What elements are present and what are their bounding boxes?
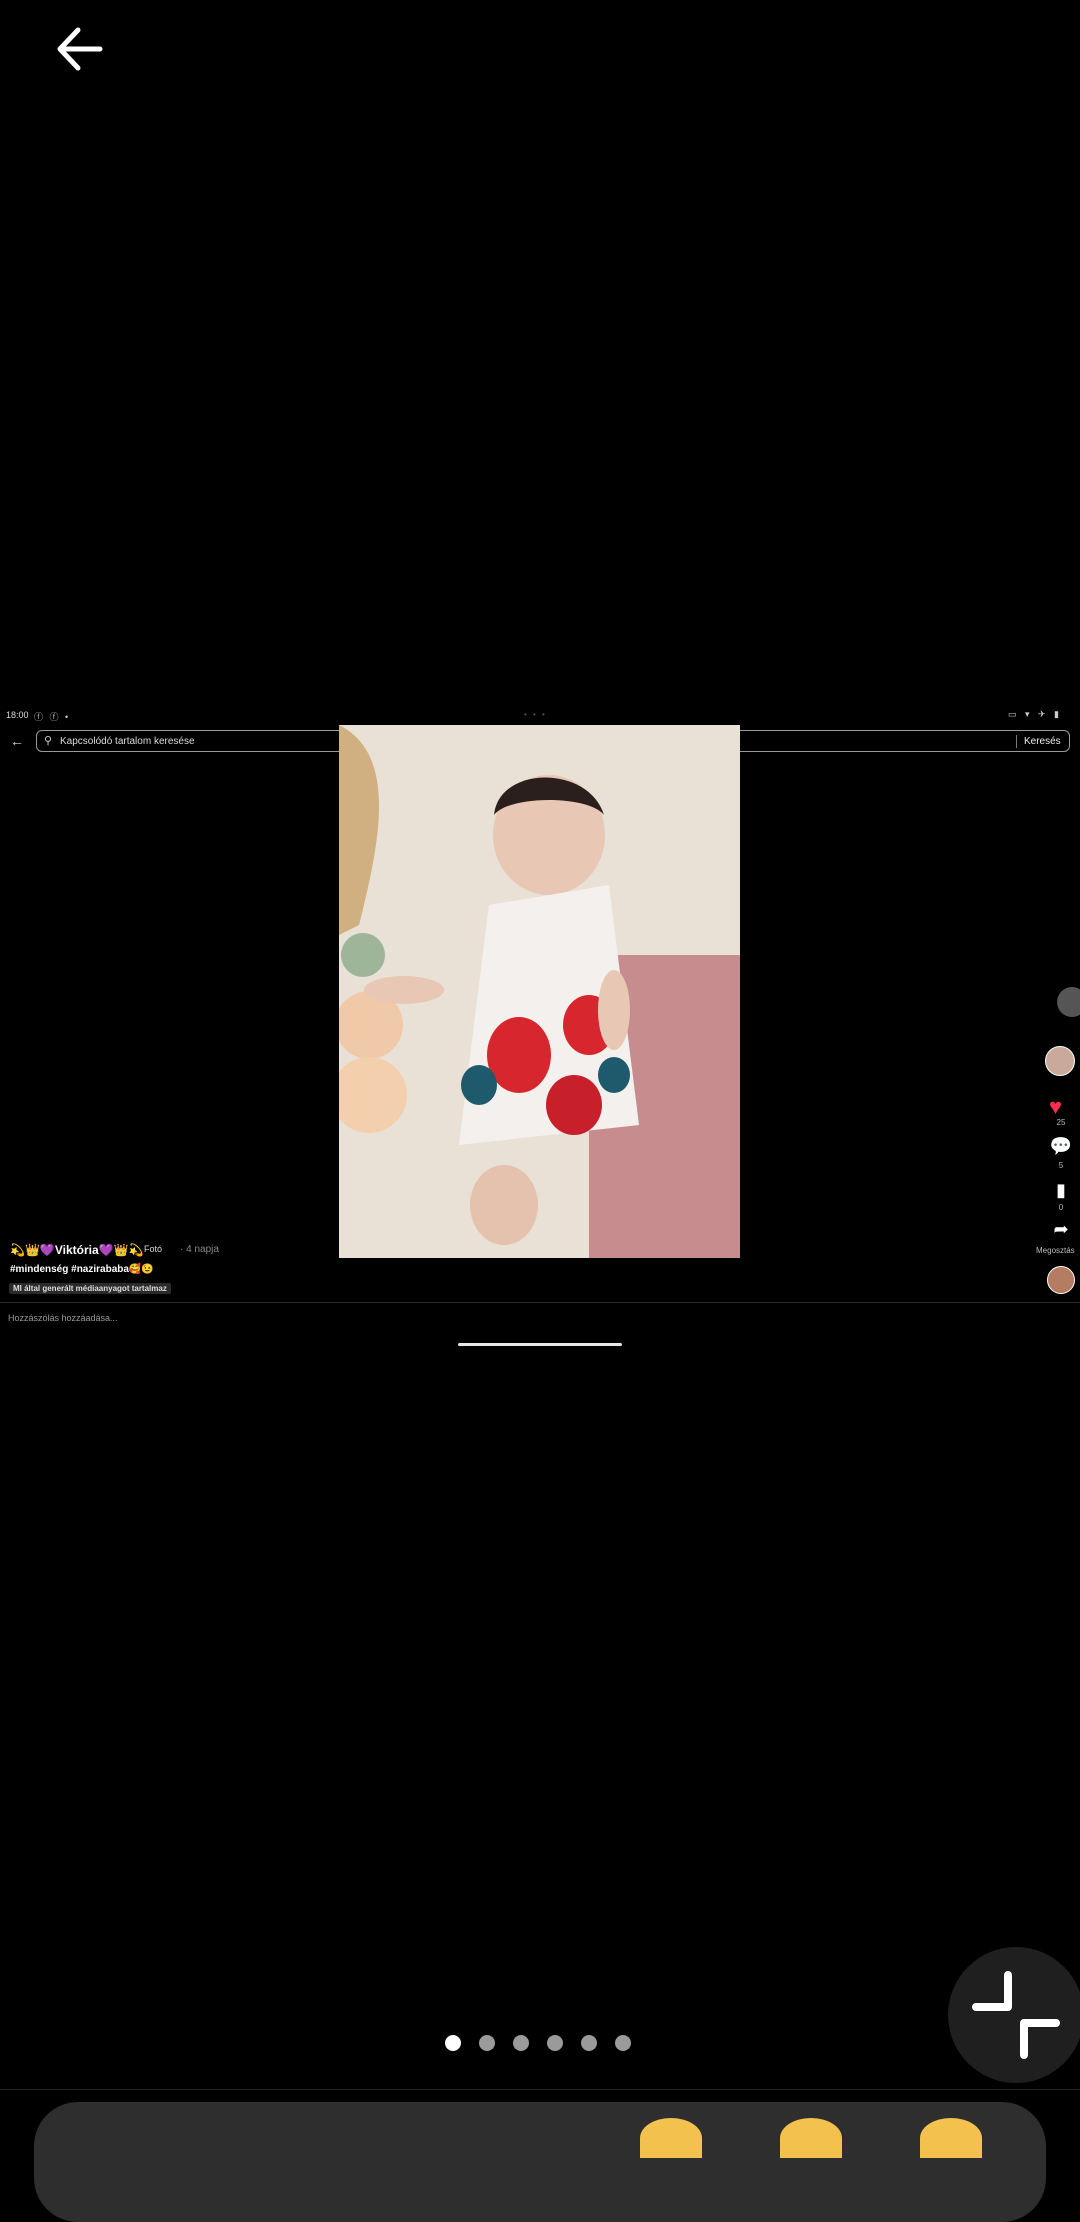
exit-fullscreen-button[interactable] — [948, 1947, 1080, 2083]
emoji-icon[interactable] — [640, 2118, 702, 2158]
post-hashtags[interactable]: #mindenség #nazirababa🥰😉 — [10, 1264, 154, 1275]
page-dot[interactable] — [615, 2035, 631, 2051]
save-count: 0 — [1058, 1203, 1064, 1212]
collapse-icon — [972, 1971, 1060, 2059]
post-type-label: Fotó — [144, 1244, 163, 1254]
share-icon[interactable]: ➦ — [1046, 1219, 1076, 1240]
search-back-icon[interactable]: ← — [10, 733, 24, 749]
search-input[interactable]: Kapcsolódó tartalom keresése — [60, 736, 195, 747]
comment-count: 5 — [1058, 1161, 1064, 1170]
status-time: 18:00 — [6, 710, 29, 720]
search-divider — [1016, 735, 1017, 748]
page-dot[interactable] — [547, 2035, 563, 2051]
page-indicator — [445, 2035, 631, 2051]
page-dot[interactable] — [479, 2035, 495, 2051]
arrow-left-icon — [57, 27, 103, 71]
status-notification-icons: ⓕ ⓕ • — [34, 712, 71, 722]
bottom-toolbar — [34, 2102, 1046, 2222]
music-avatar[interactable] — [1047, 1266, 1075, 1294]
page-dot[interactable] — [445, 2035, 461, 2051]
share-label: Megosztás — [1036, 1246, 1075, 1255]
status-dots: • • • — [524, 710, 547, 719]
comment-icon[interactable]: 💬 — [1046, 1136, 1076, 1157]
search-icon: ⚲ — [44, 735, 53, 747]
bookmark-icon[interactable]: ▮ — [1046, 1180, 1076, 1201]
search-button[interactable]: Keresés — [1024, 736, 1061, 747]
post-time: · 4 napja — [180, 1244, 219, 1255]
comment-input[interactable]: Hozzászólás hozzáadása... — [8, 1313, 118, 1323]
post-photo[interactable] — [331, 725, 740, 1258]
ai-content-badge: MI által generált médiaanyagot tartalmaz — [9, 1283, 171, 1294]
page-dot[interactable] — [581, 2035, 597, 2051]
home-indicator — [458, 1343, 622, 1346]
post-username[interactable]: 💫👑💜Viktória💜👑💫 — [10, 1243, 143, 1257]
emoji-icon[interactable] — [920, 2118, 982, 2158]
heart-icon[interactable]: ♥ — [1049, 1094, 1062, 1120]
back-button[interactable] — [50, 16, 116, 82]
author-avatar[interactable] — [1045, 1046, 1075, 1076]
divider — [0, 2089, 1080, 2090]
divider — [0, 1302, 1080, 1303]
emoji-icon[interactable] — [780, 2118, 842, 2158]
page-dot[interactable] — [513, 2035, 529, 2051]
edit-icon[interactable] — [1057, 987, 1080, 1017]
like-count: 25 — [1056, 1118, 1066, 1127]
status-system-icons: ▭ ▾ ✈ ▮ — [1007, 709, 1062, 719]
